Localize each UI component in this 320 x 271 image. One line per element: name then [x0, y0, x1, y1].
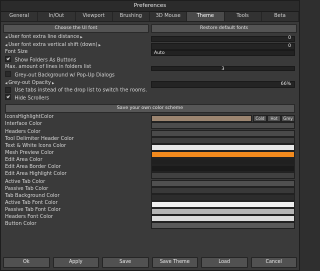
tab-beta[interactable]: Beta: [262, 12, 299, 21]
color-row: Active Tab Font Color: [1, 200, 299, 209]
tab-theme[interactable]: Theme: [187, 12, 225, 21]
line-distance-row: User font extra line distance 0: [1, 34, 299, 43]
line-distance-label[interactable]: User font extra line distance: [5, 34, 83, 40]
color-row-label: Headers Font Color: [5, 214, 53, 221]
hide-scrollers-checkbox[interactable]: [5, 94, 11, 101]
color-row-label: Edit Area Highlight Color: [5, 171, 67, 178]
use-tabs-checkbox[interactable]: [5, 86, 11, 93]
color-row: Edit Area Color: [1, 157, 299, 166]
grey-out-opacity-row: Grey-out Opacity 66%: [1, 80, 299, 88]
show-folders-checkbox[interactable]: [5, 56, 11, 63]
grey-out-opacity-label[interactable]: Grey-out Opacity: [5, 80, 54, 86]
color-row: Mesh Preview Color: [1, 150, 299, 159]
tab-in-out[interactable]: In/Out: [38, 12, 76, 21]
color-row: Button Color: [1, 221, 299, 230]
tab-tools[interactable]: Tools: [225, 12, 262, 21]
color-row: Text & White Icons Color: [1, 142, 299, 151]
color-row: Interface Color: [1, 121, 299, 130]
color-row-label: Tab Background Color: [5, 192, 60, 199]
color-row-label: Tool Delimiter Header Color: [5, 135, 74, 142]
grey-out-bg-row[interactable]: Grey-out Background w/ Pop-Up Dialogs: [1, 71, 299, 80]
color-row: IconsHighlightColor Cold Hot Grey: [1, 114, 299, 123]
color-row: Edit Area Highlight Color: [1, 171, 299, 180]
color-row-label: Edit Area Border Color: [5, 164, 61, 171]
font-size-row: Font Size Auto: [1, 49, 299, 57]
tab-bar: General In/Out Viewport Brushing 3D Mous…: [1, 12, 299, 22]
color-row-label: Button Color: [5, 221, 37, 228]
color-row-label: Passive Tab Color: [5, 185, 49, 192]
color-row-label: Text & White Icons Color: [5, 142, 67, 149]
vertical-shift-row: User font extra vertical shift (down) 0: [1, 42, 299, 50]
color-row-label: Interface Color: [5, 121, 43, 128]
color-row: Tool Delimiter Header Color: [1, 135, 299, 144]
grey-out-bg-checkbox[interactable]: [5, 71, 11, 78]
max-lines-label: Max. amount of lines in folders list: [5, 64, 92, 71]
color-row-label: Edit Area Color: [5, 157, 43, 164]
grey-out-bg-label: Grey-out Background w/ Pop-Up Dialogs: [14, 72, 115, 79]
color-row: Passive Tab Font Color: [1, 207, 299, 216]
tab-viewport[interactable]: Viewport: [76, 12, 113, 21]
apply-button[interactable]: Apply: [52, 257, 99, 268]
max-lines-row: Max. amount of lines in folders list 3: [1, 64, 299, 72]
tab-brushing[interactable]: Brushing: [113, 12, 150, 21]
color-row: Headers Color: [1, 128, 299, 137]
tab-general[interactable]: General: [1, 12, 39, 21]
font-size-select[interactable]: Auto: [151, 50, 295, 56]
show-folders-row[interactable]: Show Folders As Buttons: [1, 56, 299, 65]
hide-scrollers-row[interactable]: Hide Scrollers: [1, 94, 299, 103]
color-row-label: Passive Tab Font Color: [5, 207, 61, 214]
color-row-label: Active Tab Color: [5, 178, 46, 185]
color-row: Tab Background Color: [1, 192, 299, 201]
color-row-label: Active Tab Font Color: [5, 200, 58, 207]
hide-scrollers-label: Hide Scrollers: [14, 95, 50, 102]
font-buttons: Choose the UI font Restore default fonts: [1, 22, 299, 34]
color-row-label: Headers Color: [5, 128, 41, 135]
color-row: Active Tab Color: [1, 178, 299, 187]
color-row: Headers Font Color: [1, 214, 299, 223]
color-row: Edit Area Border Color: [1, 164, 299, 173]
max-lines-input[interactable]: 3: [151, 65, 295, 72]
preferences-window: Preferences General In/Out Viewport Brus…: [0, 0, 300, 271]
color-row-label: IconsHighlightColor: [5, 114, 54, 121]
window-title: Preferences: [1, 1, 299, 12]
save-theme-button[interactable]: Save Theme: [151, 257, 198, 268]
vertical-shift-label[interactable]: User font extra vertical shift (down): [5, 42, 101, 48]
color-swatch[interactable]: [151, 222, 295, 230]
footer-buttons: Ok Apply Save Save Theme Load Cancel: [3, 257, 297, 268]
save-button[interactable]: Save: [102, 257, 149, 268]
font-size-label: Font Size: [5, 49, 28, 56]
restore-fonts-button[interactable]: Restore default fonts: [151, 24, 297, 33]
load-button[interactable]: Load: [201, 257, 248, 268]
use-tabs-row[interactable]: Use tabs instead of the drop list to swi…: [1, 86, 299, 95]
ok-button[interactable]: Ok: [3, 257, 50, 268]
color-list: IconsHighlightColor Cold Hot Grey Interface …: [1, 114, 299, 230]
tab-3d-mouse[interactable]: 3D Mouse: [150, 12, 188, 21]
color-row-label: Mesh Preview Color: [5, 150, 54, 157]
choose-font-button[interactable]: Choose the UI font: [3, 24, 149, 33]
show-folders-label: Show Folders As Buttons: [14, 57, 77, 64]
color-row: Passive Tab Color: [1, 185, 299, 194]
save-color-scheme-button[interactable]: Save your own color scheme: [5, 104, 295, 114]
cancel-button[interactable]: Cancel: [250, 257, 297, 268]
use-tabs-label: Use tabs instead of the drop list to swi…: [14, 87, 148, 94]
